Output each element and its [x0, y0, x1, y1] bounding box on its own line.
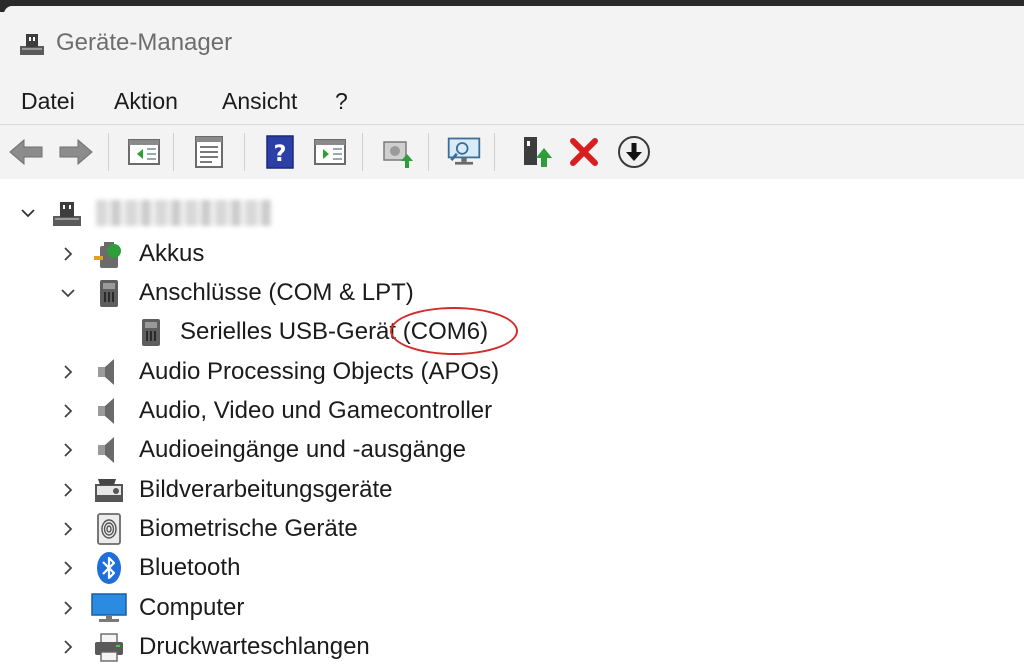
tree-item-bildverarbeitung[interactable]: Bildverarbeitungsgeräte	[0, 471, 1024, 509]
back-arrow-icon	[9, 138, 43, 166]
tree-item-label: Anschlüsse (COM & LPT)	[139, 279, 414, 306]
scan-hardware-changes-icon	[447, 137, 481, 165]
show-action-pane-button[interactable]	[312, 134, 348, 170]
tree-item-label: Audio, Video und Gamecontroller	[139, 397, 493, 424]
forward-arrow-icon	[59, 138, 93, 166]
chevron-down-icon[interactable]	[60, 285, 76, 301]
disable-device-button[interactable]	[616, 134, 652, 170]
menu-ansicht[interactable]: Ansicht	[222, 88, 297, 115]
window-frame	[0, 0, 1024, 20]
tree-item-label: Bildverarbeitungsgeräte	[139, 476, 393, 503]
window-title: Geräte-Manager	[56, 29, 233, 56]
back-button[interactable]	[8, 134, 44, 170]
toolbar: ?	[0, 124, 1024, 180]
camera-icon	[95, 479, 123, 502]
chevron-right-icon[interactable]	[60, 246, 76, 262]
speaker-icon	[98, 437, 114, 463]
tree-item-label: Druckwarteschlangen	[139, 633, 370, 660]
forward-button[interactable]	[58, 134, 94, 170]
tree-item-druckwarteschlangen[interactable]: Druckwarteschlangen	[0, 628, 1024, 666]
bluetooth-icon	[97, 552, 121, 584]
chevron-right-icon[interactable]	[60, 521, 76, 537]
tree-item-akkus[interactable]: Akkus	[0, 235, 1024, 273]
disable-device-icon	[618, 136, 650, 168]
tree-item-label: Biometrische Geräte	[139, 515, 358, 542]
tree-item-label: Bluetooth	[139, 554, 241, 581]
help-icon: ?	[266, 135, 294, 169]
tree-item-label: Computer	[139, 594, 245, 621]
printer-icon	[95, 633, 123, 662]
tree-item-label: Audio Processing Objects (APOs)	[139, 358, 500, 385]
fingerprint-icon	[97, 513, 121, 545]
speaker-icon	[98, 398, 114, 424]
title-bar[interactable]: Geräte-Manager	[0, 12, 1024, 74]
menu-help[interactable]: ?	[335, 88, 348, 115]
tree-item-apos[interactable]: Audio Processing Objects (APOs)	[0, 353, 1024, 391]
menu-datei[interactable]: Datei	[21, 88, 75, 115]
tree-item-audio-video[interactable]: Audio, Video und Gamecontroller	[0, 392, 1024, 430]
chevron-down-icon[interactable]	[20, 205, 36, 221]
chevron-right-icon[interactable]	[60, 482, 76, 498]
svg-text:?: ?	[274, 142, 287, 167]
computer-name-redacted	[96, 200, 272, 226]
scan-hardware-changes-button[interactable]	[446, 134, 482, 170]
update-driver-button[interactable]	[380, 134, 416, 170]
tree-item-label: Akkus	[139, 240, 205, 267]
chevron-right-icon[interactable]	[60, 600, 76, 616]
uninstall-device-button[interactable]	[566, 134, 602, 170]
speaker-icon	[98, 359, 114, 385]
tree-item-bluetooth[interactable]: Bluetooth	[0, 549, 1024, 587]
chevron-right-icon[interactable]	[60, 560, 76, 576]
properties-button[interactable]	[191, 134, 227, 170]
com6-highlight-circle	[390, 307, 518, 355]
device-manager-icon	[20, 34, 44, 55]
chevron-right-icon[interactable]	[60, 403, 76, 419]
chevron-right-icon[interactable]	[60, 364, 76, 380]
enable-device-button[interactable]	[518, 134, 554, 170]
tree-item-biometrische-geraete[interactable]: Biometrische Geräte	[0, 510, 1024, 548]
properties-icon	[195, 136, 223, 168]
update-driver-icon	[383, 141, 413, 168]
show-hide-console-tree-button[interactable]	[126, 134, 162, 170]
menu-aktion[interactable]: Aktion	[114, 88, 178, 115]
tree-item-computer[interactable]: Computer	[0, 589, 1024, 627]
device-manager-window: Geräte-Manager Datei Aktion Ansicht ? ? …	[0, 0, 1024, 669]
tree-item-label: Audioeingänge und -ausgänge	[139, 436, 466, 463]
monitor-icon	[91, 593, 127, 622]
show-hide-console-tree-icon	[128, 139, 160, 165]
tree-item-anschluesse[interactable]: Anschlüsse (COM & LPT)	[0, 274, 1024, 312]
port-icon	[142, 319, 160, 346]
tree-item-audioeingaenge[interactable]: Audioeingänge und -ausgänge	[0, 431, 1024, 469]
chevron-right-icon[interactable]	[60, 442, 76, 458]
enable-device-icon	[524, 137, 552, 167]
help-button[interactable]: ?	[262, 134, 298, 170]
menu-bar: Datei Aktion Ansicht ?	[0, 80, 1024, 122]
uninstall-device-icon	[570, 138, 598, 166]
port-icon	[100, 280, 118, 307]
show-action-pane-icon	[314, 139, 346, 165]
computer-root-icon	[53, 202, 81, 226]
chevron-right-icon[interactable]	[60, 639, 76, 655]
battery-icon	[94, 242, 121, 268]
